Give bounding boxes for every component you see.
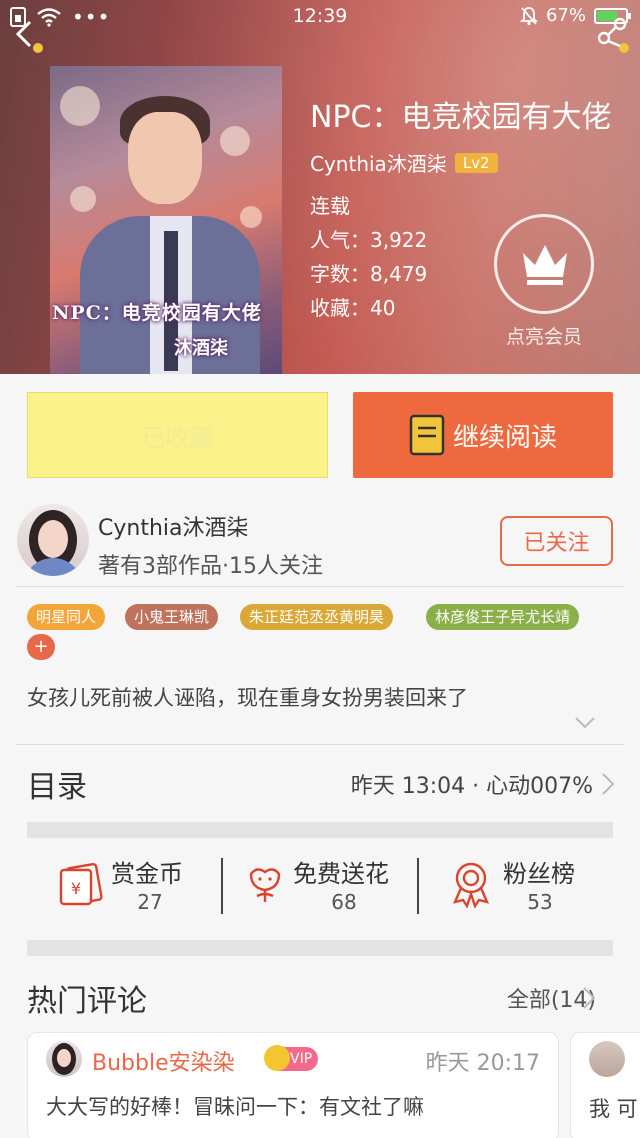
medal-icon — [452, 862, 490, 908]
vip-label[interactable]: 点亮会员 — [494, 322, 594, 349]
chevron-right-icon — [602, 773, 615, 795]
comment-card[interactable]: 我 可 — [570, 1032, 640, 1138]
fan-ranking-button[interactable]: 粉丝榜 53 — [419, 840, 613, 932]
serial-status: 连载 — [310, 194, 350, 218]
comment-time: 昨天 20:17 — [425, 1051, 540, 1076]
vip-button[interactable] — [494, 214, 594, 314]
comment-username[interactable]: Bubble安染染 — [92, 1045, 235, 1077]
gold-coin-label: 赏金币 — [111, 860, 183, 888]
expand-chevron-icon[interactable] — [574, 716, 596, 730]
book-cover[interactable]: NPC：电竞校园有大佬 沐酒柒 — [50, 66, 282, 374]
divider — [16, 744, 624, 745]
tag-item[interactable]: 明星同人 — [27, 604, 106, 630]
svg-text:¥: ¥ — [71, 879, 81, 898]
gold-coin-icon: ¥ — [59, 862, 103, 906]
flower-icon — [249, 868, 281, 902]
crown-icon — [264, 1045, 290, 1071]
avatar[interactable] — [17, 504, 89, 576]
reader-stats-row: ¥ 赏金币 27 免费送花 68 粉丝榜 53 — [27, 840, 613, 932]
fan-ranking-count: 53 — [527, 890, 553, 914]
hot-comments-title: 热门评论 — [27, 984, 147, 1019]
author-card[interactable]: Cynthia沐酒柒 著有3部作品·15人关注 已关注 — [0, 502, 640, 588]
comment-text: 大大写的好棒！冒昧问一下：有文社了嘛 — [46, 1095, 424, 1119]
more-tags-button[interactable]: + — [27, 634, 55, 660]
free-flower-label: 免费送花 — [293, 860, 389, 888]
book-detail-content: 已收藏 继续阅读 Cynthia沐酒柒 著有3部作品·15人关注 已关注 明星同… — [0, 374, 640, 1138]
tag-item[interactable]: 林彦俊王子异尤长靖 — [426, 604, 580, 630]
vip-badge: VIP — [264, 1045, 319, 1071]
fan-ranking-label: 粉丝榜 — [503, 860, 575, 888]
free-flower-count: 68 — [331, 890, 357, 914]
status-bar: ••• 12:39 67% — [0, 0, 640, 32]
author-card-name: Cynthia沐酒柒 — [98, 516, 249, 541]
back-button[interactable] — [8, 14, 48, 54]
book-summary: 女孩儿死前被人诬陷，现在重身女扮男装回来了 — [27, 686, 468, 710]
mute-icon — [519, 6, 538, 25]
share-icon — [597, 17, 629, 53]
continue-reading-button[interactable]: 继续阅读 — [353, 392, 613, 478]
crown-icon — [523, 245, 567, 285]
level-badge: Lv2 — [454, 152, 498, 173]
book-author[interactable]: Cynthia沐酒柒 — [310, 148, 447, 177]
book-icon — [409, 414, 445, 456]
cover-title-text: NPC：电竞校园有大佬 — [52, 302, 262, 324]
popularity-stat: 人气：3,922 — [310, 228, 428, 252]
continue-reading-label: 继续阅读 — [452, 422, 557, 453]
battery-percent: 67% — [545, 5, 586, 26]
toc-title: 目录 — [27, 770, 87, 805]
latest-chapter: 昨天 13:04 · 心动007% — [350, 774, 593, 799]
free-flower-button[interactable]: 免费送花 68 — [223, 840, 419, 932]
favorites-stat: 收藏：40 — [310, 296, 396, 320]
tag-item[interactable]: 小鬼王琳凯 — [125, 604, 219, 630]
follow-button[interactable]: 已关注 — [500, 516, 613, 566]
book-title: NPC：电竞校园有大佬 — [310, 100, 612, 135]
gold-coin-count: 27 — [137, 890, 163, 914]
cover-author-text: 沐酒柒 — [174, 338, 228, 359]
avatar[interactable] — [46, 1041, 82, 1077]
chevron-right-icon[interactable] — [582, 986, 596, 1010]
back-arrow-icon — [15, 20, 43, 53]
word-count-stat: 字数：8,479 — [310, 262, 428, 286]
section-separator — [27, 940, 613, 956]
share-button[interactable] — [594, 14, 634, 54]
table-of-contents-row[interactable]: 目录 昨天 13:04 · 心动007% — [27, 760, 617, 806]
book-header: ••• 12:39 67% NPC：电竞校园有大佬 沐酒柒 NPC：电竞校园有大… — [0, 0, 640, 374]
avatar[interactable] — [589, 1041, 625, 1077]
author-card-meta: 著有3部作品·15人关注 — [98, 554, 323, 579]
comment-card[interactable]: Bubble安染染 VIP 昨天 20:17 大大写的好棒！冒昧问一下：有文社了… — [27, 1032, 559, 1138]
tag-item[interactable]: 朱正廷范丞丞黄明昊 — [240, 604, 394, 630]
comment-text: 我 可 — [589, 1097, 638, 1121]
divider — [16, 586, 624, 587]
gold-coin-button[interactable]: ¥ 赏金币 27 — [27, 840, 223, 932]
favorited-button[interactable]: 已收藏 — [27, 392, 328, 478]
section-separator — [27, 822, 613, 838]
